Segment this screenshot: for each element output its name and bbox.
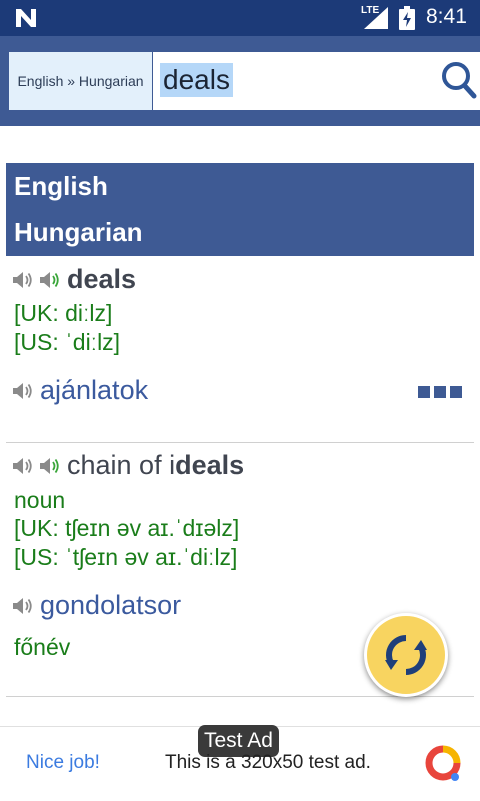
signal-icon (364, 7, 388, 29)
target-language-label: Hungarian (14, 217, 143, 247)
n-notification-icon (16, 9, 36, 27)
results-language-header: English Hungarian (6, 163, 474, 256)
entry-term: deals (67, 264, 137, 294)
entry-term: chain of ideals (67, 450, 245, 480)
ad-nice-text[interactable]: Nice job! (26, 752, 100, 774)
source-language-label: English (14, 171, 108, 201)
speaker-us-icon[interactable] (39, 456, 61, 476)
phonetic-us: [US: ˈdiːlz] (14, 329, 121, 355)
phonetic-us: [US: ˈtʃeɪn əv aɪ.ˈdiːlz] (14, 544, 238, 570)
ad-text[interactable]: This is a 320x50 test ad. (165, 752, 371, 774)
translation-text[interactable]: gondolatsor (40, 590, 181, 621)
speaker-translation-icon[interactable] (12, 381, 34, 401)
refresh-button[interactable] (364, 613, 448, 697)
entry-divider (6, 442, 474, 443)
search-icon[interactable] (441, 61, 477, 99)
speaker-uk-icon[interactable] (12, 456, 34, 476)
clock: 8:41 (426, 5, 467, 28)
translation-text[interactable]: ajánlatok (40, 375, 148, 406)
more-options-icon[interactable] (418, 386, 462, 398)
part-of-speech: noun (14, 487, 66, 513)
phonetic-uk: [UK: tʃeɪn əv aɪ.ˈdɪəlz] (14, 515, 240, 541)
speaker-translation-icon[interactable] (12, 596, 34, 616)
status-bar: LTE 8:41 (0, 0, 480, 36)
translation-part-of-speech: főnév (14, 634, 71, 660)
language-pair-selector[interactable]: English » Hungarian (9, 52, 152, 110)
phonetic-uk: [UK: diːlz] (14, 300, 113, 326)
search-box[interactable]: deals (153, 52, 480, 110)
refresh-icon (385, 635, 427, 675)
speaker-uk-icon[interactable] (12, 270, 34, 290)
speaker-us-icon[interactable] (39, 270, 61, 290)
search-input[interactable]: deals (160, 63, 233, 97)
battery-charging-icon (399, 6, 415, 30)
ad-choices-logo-icon[interactable] (424, 744, 462, 782)
